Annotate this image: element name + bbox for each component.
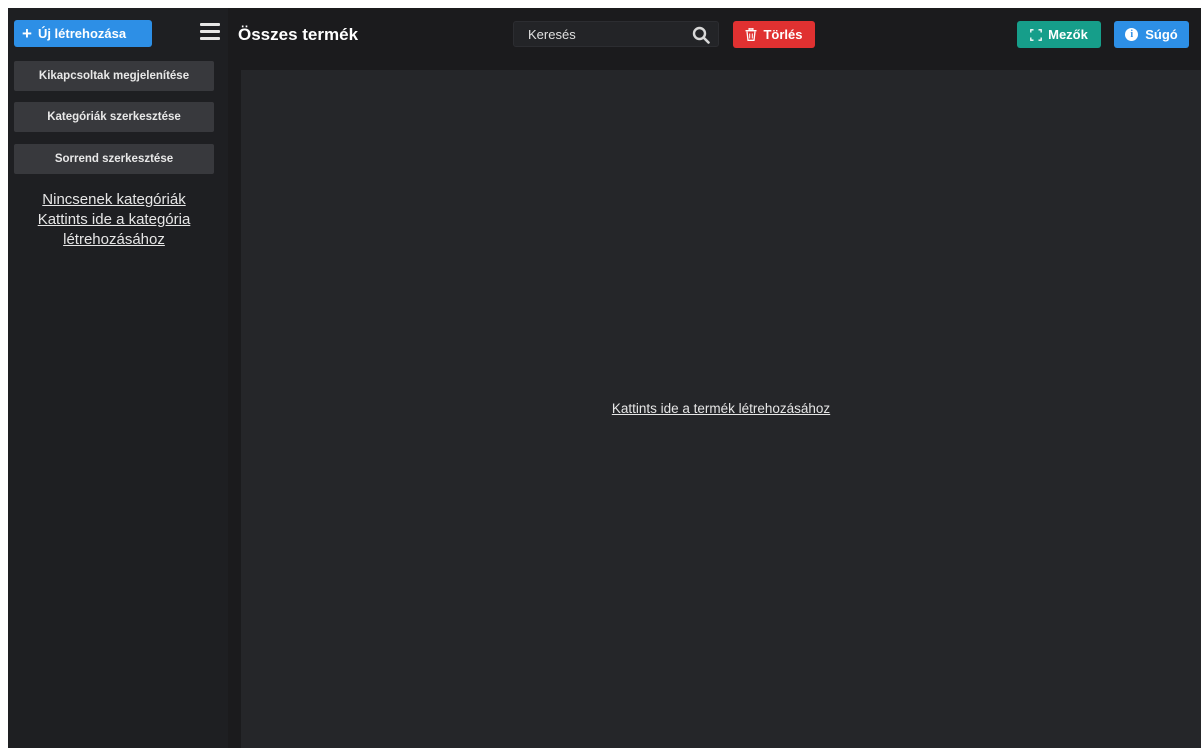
- show-disabled-button[interactable]: Kikapcsoltak megjelenítése: [14, 61, 214, 91]
- delete-label: Törlés: [763, 27, 803, 42]
- no-categories-link[interactable]: Nincsenek kategóriák: [42, 191, 185, 208]
- create-product-link[interactable]: Kattints ide a termék létrehozásához: [241, 401, 1201, 416]
- help-label: Súgó: [1145, 27, 1178, 42]
- delete-button[interactable]: Törlés: [733, 21, 815, 48]
- hamburger-menu-icon[interactable]: [200, 23, 220, 41]
- edit-categories-button[interactable]: Kategóriák szerkesztése: [14, 102, 214, 132]
- search-input[interactable]: [514, 25, 700, 43]
- product-list-area: Kattints ide a termék létrehozásához: [241, 70, 1201, 748]
- fields-button[interactable]: Mezők: [1017, 21, 1101, 48]
- page-title: Összes termék: [238, 25, 359, 44]
- edit-order-button[interactable]: Sorrend szerkesztése: [14, 144, 214, 174]
- search-icon[interactable]: [692, 26, 710, 44]
- search-box[interactable]: [513, 21, 719, 47]
- create-new-label: Új létrehozása: [37, 26, 127, 41]
- empty-categories-message: Nincsenek kategóriák Kattints ide a kate…: [14, 190, 214, 250]
- top-bar: Összes termék Törlés Mezők: [228, 8, 1201, 68]
- fields-icon: [1030, 28, 1042, 41]
- create-new-button[interactable]: + Új létrehozása: [14, 20, 152, 47]
- create-category-link[interactable]: Kattints ide a kategória létrehozásához: [38, 211, 191, 248]
- info-icon: i: [1125, 28, 1139, 41]
- sidebar: + Új létrehozása Kikapcsoltak megjelenít…: [8, 8, 228, 748]
- plus-icon: +: [22, 24, 32, 43]
- help-button[interactable]: i Súgó: [1114, 21, 1189, 48]
- trash-icon: [745, 28, 757, 41]
- fields-label: Mezők: [1048, 27, 1088, 42]
- app-window: + Új létrehozása Kikapcsoltak megjelenít…: [8, 8, 1201, 748]
